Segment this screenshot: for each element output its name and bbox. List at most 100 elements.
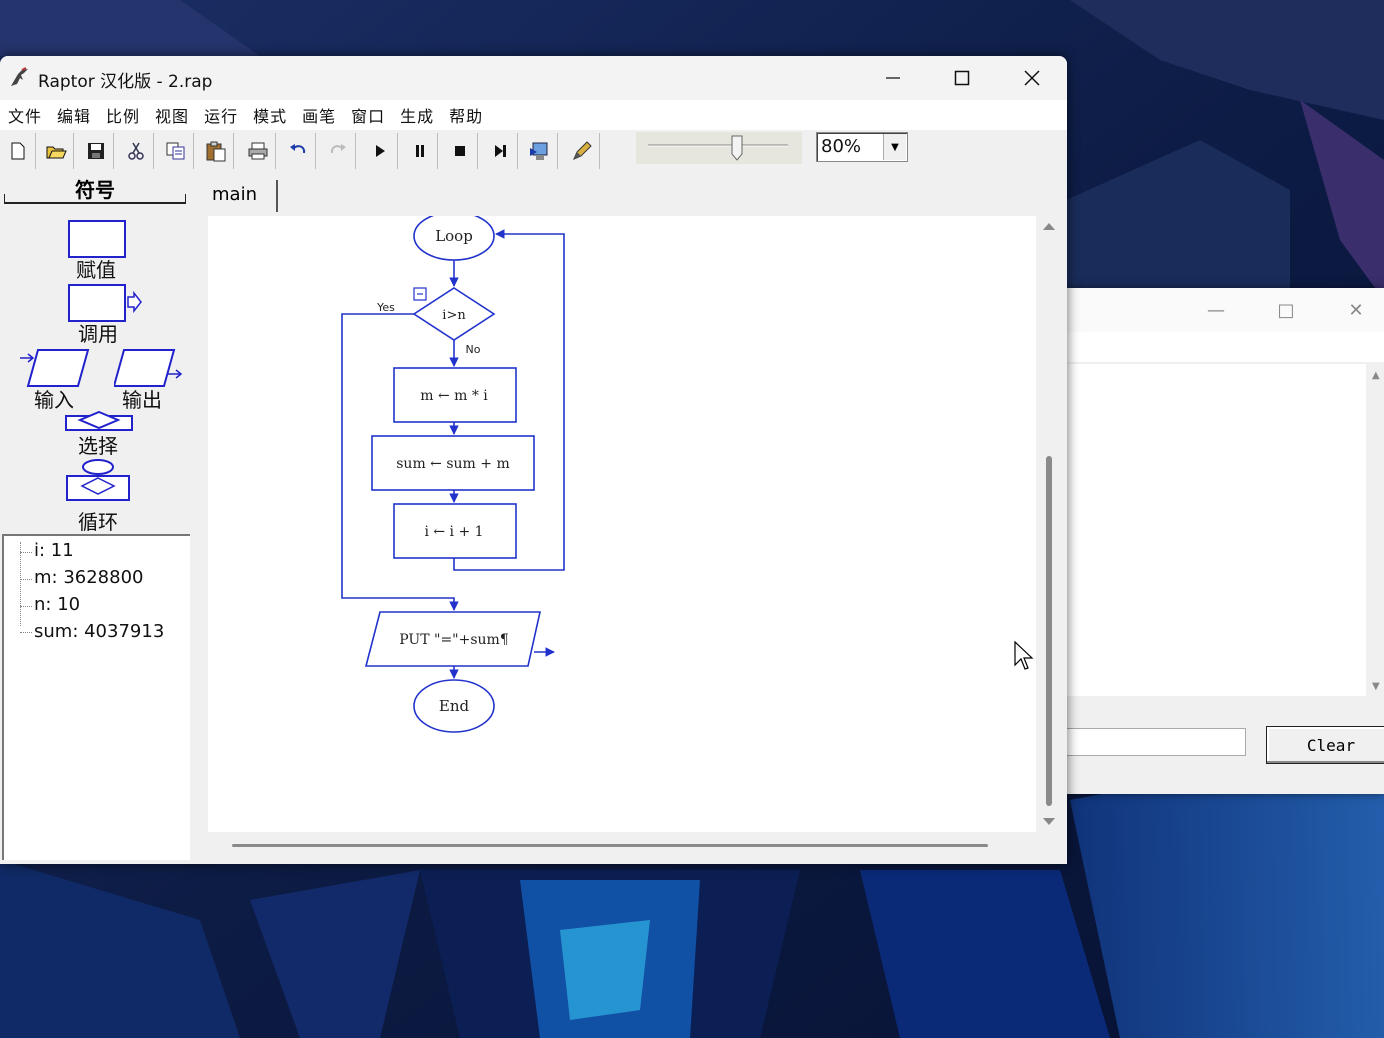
symbols-panel: 符号 赋值 调用 输入 输出 选择 循环 [2, 180, 190, 534]
mouse-cursor-icon [1014, 641, 1034, 670]
zoom-select[interactable]: 80% ▼ [816, 132, 908, 162]
loop-label: 循环 [78, 510, 118, 534]
menu-ink[interactable]: 画笔 [296, 103, 345, 127]
scroll-up-icon[interactable] [1043, 223, 1055, 230]
console-titlebar[interactable]: — □ ✕ [1066, 288, 1384, 332]
step2-text: sum ← sum + m [396, 456, 510, 472]
menu-window[interactable]: 窗口 [345, 103, 394, 127]
step1-text: m ← m * i [420, 388, 488, 404]
input-label: 输入 [34, 388, 74, 412]
raptor-icon [11, 67, 28, 86]
stop-button[interactable] [442, 133, 478, 169]
flowchart-canvas[interactable]: Loop i>n Yes No m ← m * i sum ← sum + m … [208, 211, 1036, 832]
chevron-down-icon[interactable]: ▼ [883, 134, 906, 160]
menu-scale[interactable]: 比例 [100, 103, 149, 127]
close-icon [1024, 70, 1040, 86]
minimize-button[interactable] [858, 56, 928, 100]
cut-icon [127, 142, 144, 160]
toolbar: 80% ▼ [0, 130, 1067, 174]
copy-icon [166, 142, 184, 160]
console-window[interactable]: — □ ✕ ▲ ▼ Clear [1066, 288, 1384, 794]
maximize-button[interactable] [927, 56, 997, 100]
tree-tick [20, 579, 32, 580]
scroll-down-icon[interactable]: ▼ [1372, 681, 1380, 692]
menu-edit[interactable]: 编辑 [51, 103, 100, 127]
console-scrollbar[interactable]: ▲ ▼ [1368, 364, 1384, 696]
tree-tick [20, 632, 32, 633]
paste-icon [206, 141, 225, 162]
titlebar[interactable]: Raptor 汉化版 - 2.rap [0, 56, 1067, 100]
symbols-header: 符号 [4, 180, 186, 204]
canvas-frame: Loop i>n Yes No m ← m * i sum ← sum + m … [200, 211, 1066, 862]
save-icon [87, 143, 104, 159]
tree-line [20, 542, 21, 626]
scroll-thumb[interactable] [1046, 456, 1052, 806]
raptor-window[interactable]: Raptor 汉化版 - 2.rap 文件 编辑 比例 视图 运行 模式 画笔 … [0, 56, 1067, 864]
yes-label: Yes [376, 301, 395, 314]
menu-bar: 文件 编辑 比例 视图 运行 模式 画笔 窗口 生成 帮助 [0, 100, 1067, 130]
loop-symbol-icon[interactable] [64, 458, 136, 506]
horizontal-scrollbar[interactable] [208, 836, 1036, 854]
scroll-up-icon[interactable]: ▲ [1372, 370, 1380, 381]
new-button[interactable] [0, 133, 36, 169]
console-menu-strip [1066, 332, 1384, 362]
window-title: Raptor 汉化版 - 2.rap [38, 72, 213, 92]
redo-icon [330, 144, 346, 154]
menu-generate[interactable]: 生成 [394, 103, 443, 127]
undo-icon [289, 144, 305, 154]
open-icon [46, 146, 67, 159]
undo-button[interactable] [280, 133, 316, 169]
close-button[interactable] [997, 56, 1067, 100]
console-output[interactable] [1066, 364, 1366, 696]
minimize-icon [886, 77, 900, 79]
menu-help[interactable]: 帮助 [443, 103, 492, 127]
paste-button[interactable] [198, 133, 234, 169]
menu-view[interactable]: 视图 [149, 103, 198, 127]
loop-text: Loop [435, 227, 473, 245]
vertical-scrollbar[interactable] [1040, 216, 1058, 832]
variables-panel[interactable]: i: 11 m: 3628800 n: 10 sum: 4037913 [2, 534, 190, 860]
tab-main[interactable]: main [202, 180, 278, 214]
tree-tick [20, 606, 32, 607]
selection-label: 选择 [78, 434, 118, 458]
open-button[interactable] [38, 133, 74, 169]
flowchart: Loop i>n Yes No m ← m * i sum ← sum + m … [341, 211, 565, 733]
cut-button[interactable] [118, 133, 154, 169]
clear-button[interactable]: Clear [1266, 726, 1384, 764]
step-icon [494, 145, 506, 157]
condition-text: i>n [442, 308, 466, 323]
run-button[interactable] [362, 133, 398, 169]
scroll-thumb[interactable] [232, 844, 988, 847]
stop-icon [454, 146, 465, 156]
console-input[interactable] [1066, 728, 1246, 756]
maximize-icon[interactable]: □ [1258, 294, 1314, 326]
output-label: 输出 [122, 388, 162, 412]
print-button[interactable] [240, 133, 276, 169]
minimize-icon[interactable]: — [1188, 294, 1244, 326]
menu-file[interactable]: 文件 [2, 103, 51, 127]
pen-icon [572, 141, 592, 160]
assignment-label: 赋值 [76, 258, 116, 282]
test-icon [529, 142, 547, 160]
output-text: PUT "="+sum¶ [399, 632, 508, 648]
variable-i: i: 11 [34, 540, 74, 561]
menu-mode[interactable]: 模式 [247, 103, 296, 127]
scroll-down-icon[interactable] [1043, 818, 1055, 825]
step-button[interactable] [482, 133, 518, 169]
zoom-value: 80% [821, 136, 862, 157]
print-icon [248, 142, 267, 160]
no-label: No [466, 343, 481, 356]
slider-track [648, 135, 788, 161]
zoom-slider[interactable] [636, 132, 802, 164]
copy-button[interactable] [158, 133, 194, 169]
redo-button[interactable] [320, 133, 356, 169]
play-icon [375, 145, 385, 157]
end-text: End [439, 697, 470, 715]
pen-button[interactable] [564, 133, 600, 169]
close-icon[interactable]: ✕ [1328, 294, 1384, 326]
maximize-icon [954, 70, 970, 86]
save-button[interactable] [78, 133, 114, 169]
test-server-button[interactable] [522, 133, 558, 169]
menu-run[interactable]: 运行 [198, 103, 247, 127]
pause-button[interactable] [402, 133, 438, 169]
